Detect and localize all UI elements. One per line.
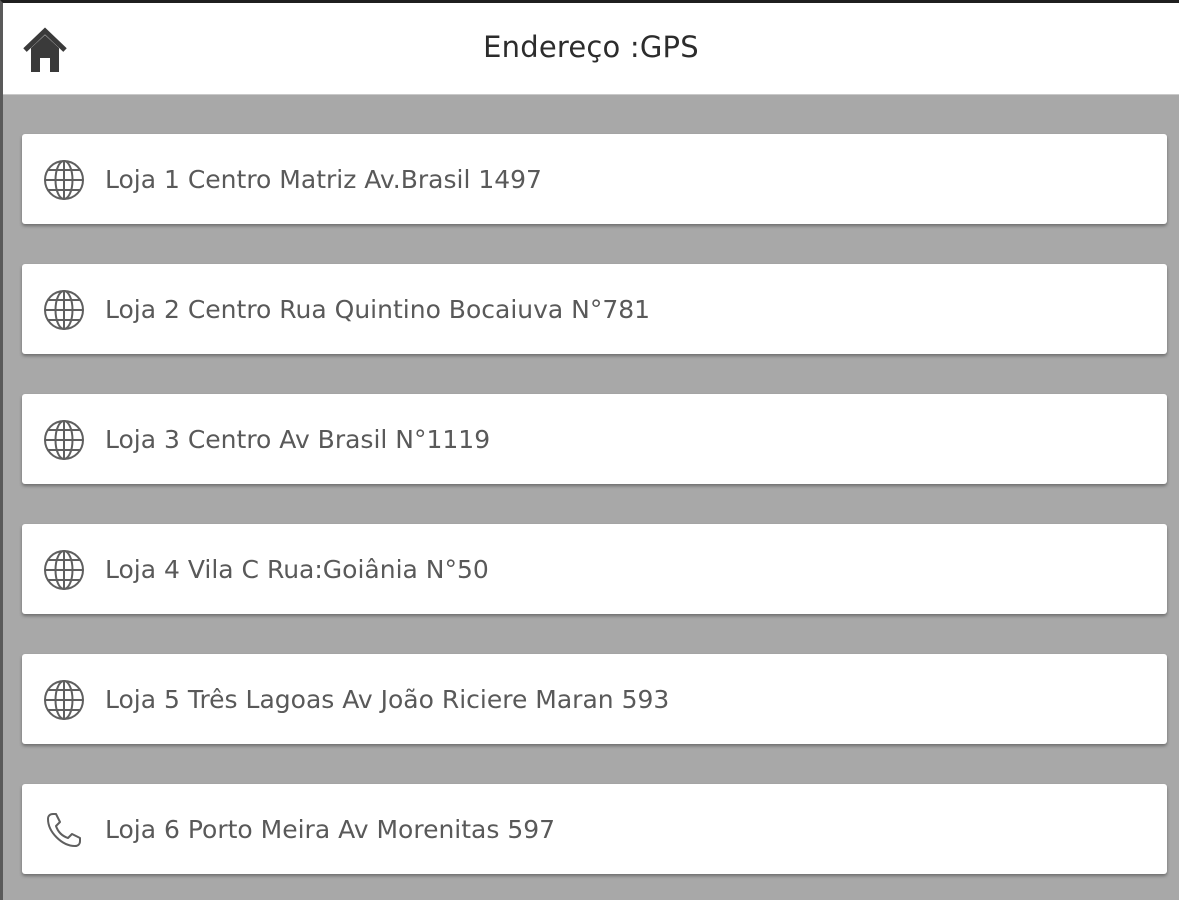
store-card-5[interactable]: Loja 5 Três Lagoas Av João Riciere Maran…: [22, 654, 1167, 744]
store-card-4[interactable]: Loja 4 Vila C Rua:Goiânia N°50: [22, 524, 1167, 614]
store-card-1[interactable]: Loja 1 Centro Matriz Av.Brasil 1497: [22, 134, 1167, 224]
app-window: Endereço :GPS Loja 1 Centro Matriz Av.Br…: [0, 0, 1179, 900]
store-label: Loja 4 Vila C Rua:Goiânia N°50: [105, 555, 489, 584]
phone-icon: [42, 810, 86, 850]
globe-icon: [42, 550, 86, 590]
store-card-3[interactable]: Loja 3 Centro Av Brasil N°1119: [22, 394, 1167, 484]
globe-icon: [42, 680, 86, 720]
store-label: Loja 3 Centro Av Brasil N°1119: [105, 425, 491, 454]
globe-icon: [42, 160, 86, 200]
globe-icon: [42, 420, 86, 460]
store-card-2[interactable]: Loja 2 Centro Rua Quintino Bocaiuva N°78…: [22, 264, 1167, 354]
store-label: Loja 5 Três Lagoas Av João Riciere Maran…: [105, 685, 670, 714]
store-label: Loja 2 Centro Rua Quintino Bocaiuva N°78…: [105, 295, 651, 324]
globe-icon: [42, 290, 86, 330]
store-label: Loja 1 Centro Matriz Av.Brasil 1497: [105, 165, 542, 194]
page-title: Endereço :GPS: [483, 30, 699, 64]
store-label: Loja 6 Porto Meira Av Morenitas 597: [105, 815, 556, 844]
store-card-6[interactable]: Loja 6 Porto Meira Av Morenitas 597: [22, 784, 1167, 874]
store-list: Loja 1 Centro Matriz Av.Brasil 1497 Loja…: [22, 134, 1167, 900]
header-bar: Endereço :GPS: [3, 3, 1179, 95]
